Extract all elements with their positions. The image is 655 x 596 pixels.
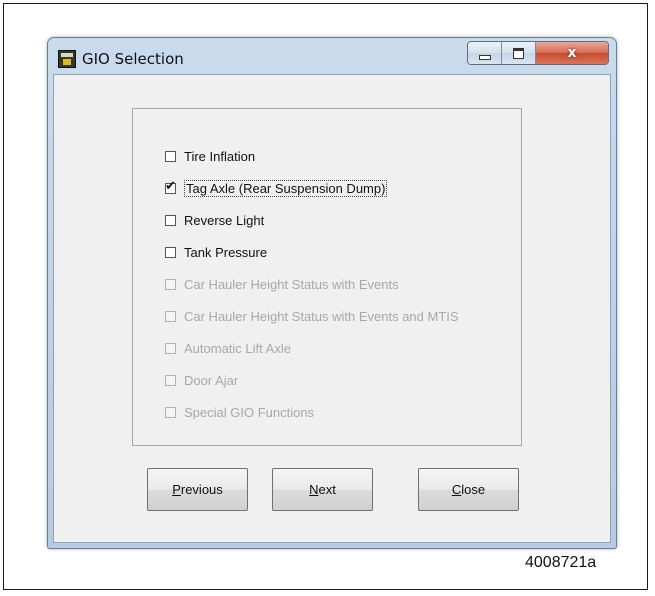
checkbox-box — [165, 374, 176, 386]
checkbox-label: Tire Inflation — [184, 148, 256, 164]
checkbox-label: Tank Pressure — [184, 244, 268, 260]
checkbox-label: Tag Axle (Rear Suspension Dump) — [184, 179, 388, 197]
checkbox-box — [165, 342, 176, 354]
checkbox-automatic-lift-axle: Automatic Lift Axle — [165, 339, 291, 357]
maximize-icon — [513, 47, 524, 59]
checkbox-door-ajar: Door Ajar — [165, 371, 238, 389]
options-group: Tire Inflation ✔ Tag Axle (Rear Suspensi… — [132, 108, 522, 446]
close-label: lose — [461, 482, 486, 497]
check-icon: ✔ — [165, 178, 176, 194]
close-window-button[interactable]: x — [536, 42, 608, 64]
checkbox-box[interactable]: ✔ — [165, 179, 176, 194]
previous-mnemonic: P — [172, 482, 181, 497]
checkbox-special-gio-functions: Special GIO Functions — [165, 403, 314, 421]
previous-label: revious — [180, 482, 223, 497]
minimize-button[interactable] — [468, 42, 502, 64]
checkbox-label: Special GIO Functions — [184, 404, 315, 420]
checkbox-box — [165, 278, 176, 290]
figure-caption: 4008721a — [525, 554, 597, 571]
checkbox-box — [165, 406, 176, 418]
minimize-icon — [478, 54, 491, 60]
title-bar[interactable]: GIO Selection x — [48, 38, 616, 74]
window-controls: x — [467, 41, 609, 65]
checkbox-tank-pressure[interactable]: Tank Pressure — [165, 243, 267, 261]
checkbox-box[interactable] — [165, 246, 176, 258]
close-icon: x — [567, 45, 577, 61]
checkbox-box[interactable] — [165, 150, 176, 162]
dialog-client-area: Tire Inflation ✔ Tag Axle (Rear Suspensi… — [53, 74, 611, 543]
previous-button[interactable]: Previous — [147, 468, 248, 511]
close-mnemonic: C — [451, 482, 462, 497]
next-mnemonic: N — [309, 482, 319, 497]
close-button[interactable]: Close — [418, 468, 519, 511]
app-icon[interactable] — [58, 50, 76, 68]
checkbox-label: Automatic Lift Axle — [184, 340, 291, 356]
checkbox-label: Car Hauler Height Status with Events — [184, 276, 399, 292]
checkbox-car-hauler-height-status-mtis: Car Hauler Height Status with Events and… — [165, 307, 459, 325]
checkbox-tag-axle[interactable]: ✔ Tag Axle (Rear Suspension Dump) — [165, 179, 388, 197]
checkbox-car-hauler-height-status: Car Hauler Height Status with Events — [165, 275, 399, 293]
next-button[interactable]: Next — [272, 468, 373, 511]
checkbox-reverse-light[interactable]: Reverse Light — [165, 211, 264, 229]
gio-selection-window: GIO Selection x Tire Inflation ✔ Tag Axl… — [47, 37, 617, 549]
checkbox-box[interactable] — [165, 214, 176, 226]
checkbox-box — [165, 310, 176, 322]
checkbox-tire-inflation[interactable]: Tire Inflation — [165, 147, 255, 165]
checkbox-label: Reverse Light — [184, 212, 265, 228]
maximize-button[interactable] — [502, 42, 536, 64]
checkbox-label: Door Ajar — [184, 372, 239, 388]
next-label: ext — [318, 482, 336, 497]
checkbox-label: Car Hauler Height Status with Events and… — [184, 308, 459, 324]
window-title: GIO Selection — [82, 50, 184, 68]
